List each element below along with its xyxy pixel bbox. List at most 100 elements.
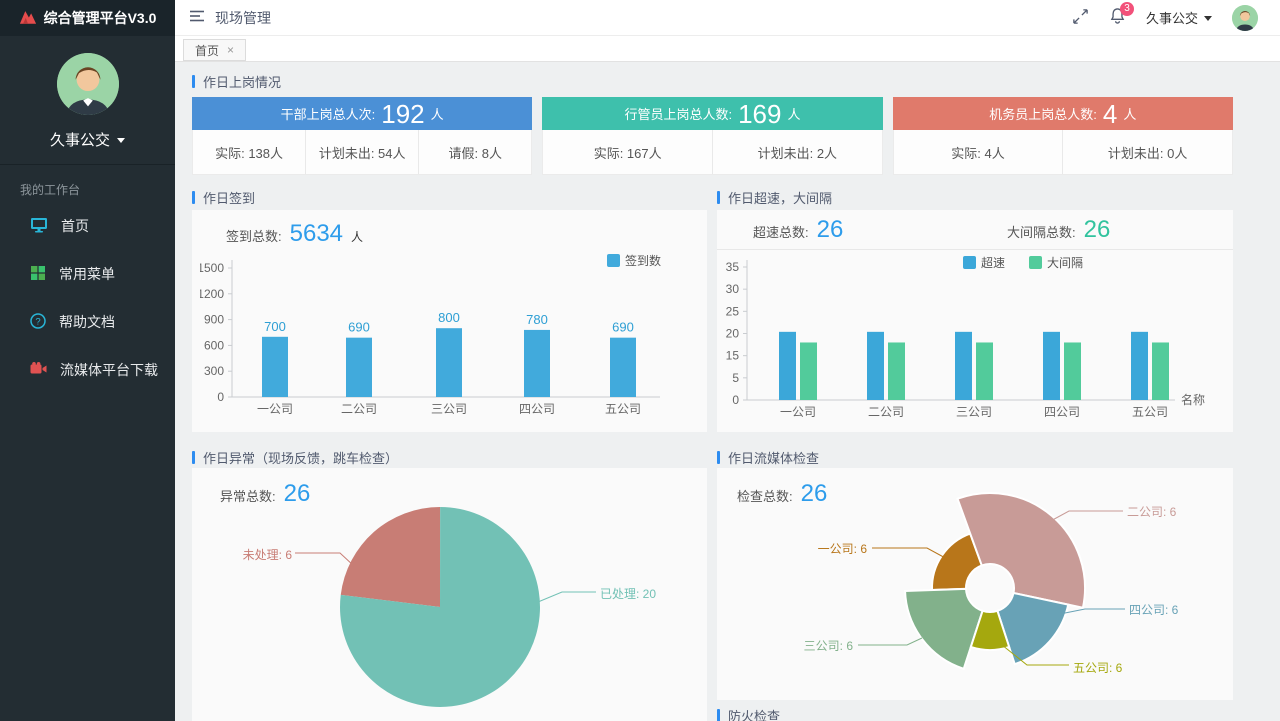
svg-text:700: 700 [264,319,286,334]
sidebar-item-help-docs[interactable]: ? 帮助文档 [0,298,175,346]
logo-bar: 综合管理平台V3.0 [0,0,175,36]
card-header-label: 行管员上岗总人数: [624,107,733,122]
card-value: 169 [738,98,782,129]
speed-bar-chart: 0 5 15 20 25 30 35 一公司 二公司 三公司 四公司 五公司名称 [726,260,1205,419]
svg-text:一公司: 一公司 [257,402,293,416]
section-title-signin: 作日签到 [192,188,255,207]
main-area: 现场管理 3 久事公交 首页 × 作日上岗情况 干部上岗总人次: 192 人 实… [175,0,1280,721]
topbar-avatar[interactable] [1232,4,1258,31]
section-title-text: 防火检查 [728,709,781,721]
notification-badge: 3 [1119,2,1134,16]
svg-text:四公司: 四公司 [1044,405,1080,419]
accent-bar [717,191,720,204]
sidebar-item-label: 常用菜单 [59,266,115,282]
card-value: 4 [1102,98,1118,129]
tabstrip: 首页 × [175,36,1280,62]
abnormal-panel: 异常总数: 26 未处理: 6 已处理: 20 [192,468,707,721]
org-name: 久事公交 [49,132,110,149]
user-avatar[interactable] [56,53,119,115]
section-title-duty: 作日上岗情况 [192,72,281,91]
help-icon: ? [30,312,46,332]
svg-text:25: 25 [726,304,740,318]
svg-text:20: 20 [726,327,740,341]
section-title-fire: 防火检查 [717,706,780,721]
duty-card-mechanic: 机务员上岗总人数: 4 人 实际: 4人 计划未出: 0人 [892,97,1233,175]
section-title-text: 作日异常（现场反馈，跳车检查） [203,451,399,466]
accent-bar [717,709,720,721]
rose-label-company1: 一公司: 6 [817,542,867,556]
svg-text:三公司: 三公司 [956,405,992,419]
grid-icon [30,265,46,284]
accent-bar [717,451,720,464]
tab-close-icon[interactable]: × [227,43,234,57]
sidebar-item-home[interactable]: 首页 [0,202,175,250]
total-value: 5634 [289,220,344,247]
card-header-label: 机务员上岗总人数: [989,107,1097,122]
svg-text:二公司: 二公司 [341,402,377,416]
section-title-abnormal: 作日异常（现场反馈，跳车检查） [192,448,398,467]
svg-text:5: 5 [732,371,739,385]
tab-home[interactable]: 首页 × [183,39,247,61]
sidebar: 综合管理平台V3.0 久事公交 我的工作台 首页 常用菜单 ? 帮助文档 流媒体… [0,0,175,721]
section-title-text: 作日上岗情况 [203,75,282,90]
pie-label-unhandled: 未处理: 6 [242,548,292,562]
card-stat: 实际: 4人 [951,145,1005,161]
media-panel: 检查总数: 26 一公司: 6 二公司: 6 三公司: 6 四公司: 6 五公司… [717,468,1233,700]
speed-total-2: 大间隔总数: 26 [1007,218,1110,242]
chevron-down-icon [1204,15,1212,25]
card-header: 行管员上岗总人数: 169 人 [542,97,883,130]
svg-text:900: 900 [204,313,224,327]
duty-card-admin: 行管员上岗总人数: 169 人 实际: 167人 计划未出: 2人 [542,97,883,175]
svg-text:0: 0 [217,390,224,404]
sidebar-section-label: 我的工作台 [20,183,81,197]
user-menu[interactable]: 久事公交 [1146,8,1212,27]
topbar-user-name: 久事公交 [1145,11,1198,26]
rose-label-company2: 二公司: 6 [1127,505,1177,519]
card-body: 实际: 167人 计划未出: 2人 [542,130,883,175]
card-value: 192 [381,98,425,129]
svg-text:1200: 1200 [200,287,224,301]
total-label: 大间隔总数: [1007,225,1076,240]
duty-card-cadre: 干部上岗总人次: 192 人 实际: 138人 计划未出: 54人 请假: 8人 [192,97,533,175]
card-stat: 计划未出: 0人 [1062,130,1232,174]
svg-text:300: 300 [204,364,224,378]
app-logo-icon [19,9,37,28]
card-unit: 人 [1123,107,1137,122]
svg-text:三公司: 三公司 [431,402,467,416]
card-stat: 实际: 167人 [593,145,662,161]
fullscreen-icon[interactable] [1072,8,1089,28]
svg-text:0: 0 [732,393,739,407]
sidebar-item-label: 流媒体平台下载 [60,362,158,378]
signin-panel: 签到总数: 5634 人 签到数 0 300 600 900 1200 1500 一公司 二公… [192,210,707,432]
org-switcher[interactable]: 久事公交 [0,129,175,150]
topbar: 现场管理 3 久事公交 [175,0,1280,36]
section-title-text: 作日签到 [203,191,256,206]
accent-bar [192,191,195,204]
card-body: 实际: 138人 计划未出: 54人 请假: 8人 [192,130,533,175]
accent-bar [192,75,195,88]
card-body: 实际: 4人 计划未出: 0人 [892,130,1233,175]
monitor-icon [30,217,48,236]
svg-text:?: ? [35,316,40,327]
sidebar-item-stream-download[interactable]: 流媒体平台下载 [0,346,175,394]
svg-text:五公司: 五公司 [1132,405,1168,419]
svg-text:五公司: 五公司 [605,402,641,416]
pie-label-handled: 已处理: 20 [600,587,657,601]
speed-panel: 超速总数: 26 大间隔总数: 26 超速 大间隔 0 5 15 20 25 3… [717,210,1233,432]
chevron-down-icon [117,137,125,147]
topbar-right: 3 久事公交 [1072,2,1258,31]
card-header: 机务员上岗总人数: 4 人 [892,97,1233,130]
card-unit: 人 [787,107,801,122]
total-value: 26 [1083,216,1111,243]
app-title: 综合管理平台V3.0 [43,10,157,26]
svg-text:600: 600 [204,338,224,352]
card-stat: 计划未出: 2人 [712,130,882,174]
notifications-bell[interactable]: 3 [1109,2,1134,28]
svg-text:名称: 名称 [1181,392,1205,407]
sidebar-item-common-menu[interactable]: 常用菜单 [0,250,175,298]
collapse-menu-icon[interactable] [189,9,205,26]
rose-label-company3: 三公司: 6 [803,639,853,653]
svg-text:30: 30 [726,282,740,296]
sidebar-item-label: 帮助文档 [59,314,115,330]
section-title-text: 作日流媒体检查 [728,451,820,466]
